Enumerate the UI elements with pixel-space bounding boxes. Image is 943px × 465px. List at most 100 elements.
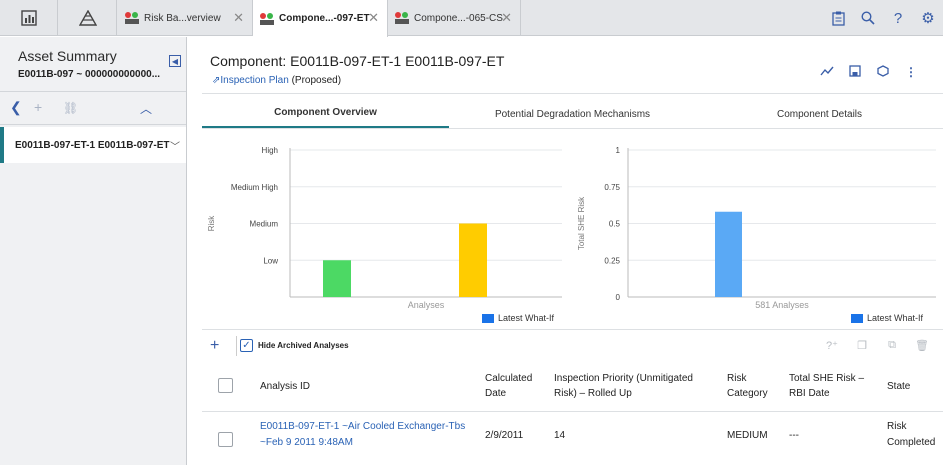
y-tick-label: High [262, 146, 278, 155]
tab-degradation-mechanisms[interactable]: Potential Degradation Mechanisms [449, 99, 696, 129]
top-right-actions: ? ⚙ [823, 0, 943, 36]
risk-chart: Low Medium Medium High High Risk Analyses Lat… [202, 137, 572, 327]
cell-priority: 14 [554, 430, 566, 441]
panel-subtitle: E0011B-097 ~ 000000000000... [18, 69, 161, 80]
more-vertical-icon[interactable]: ⋮ [897, 65, 925, 80]
tab-component-details[interactable]: Component Details [696, 99, 943, 129]
col-label: Inspection Priority (Unmitigated [554, 373, 693, 384]
select-all-checkbox[interactable] [218, 378, 233, 393]
search-icon[interactable] [853, 11, 883, 25]
hide-archived-checkbox[interactable]: ✓ [240, 339, 253, 352]
add-analysis-button[interactable]: + [210, 337, 219, 355]
page-title: Component: E0011B-097-ET-1 E0011B-097-ET [210, 53, 505, 69]
risk-asset-icon [394, 11, 410, 25]
main-content: Component: E0011B-097-ET-1 E0011B-097-ET… [188, 37, 943, 465]
bar [715, 211, 742, 297]
clipboard-icon[interactable] [823, 11, 853, 26]
inspection-plan-link[interactable]: Inspection Plan [220, 75, 288, 86]
tree-item-component[interactable]: E0011B-097-ET-1 E0011B-097-ET ﹀ [0, 127, 186, 163]
asset-summary-panel: Asset Summary E0011B-097 ~ 000000000000.… [0, 37, 187, 465]
risk-chart-svg: Low Medium Medium High High Risk Analyses [207, 146, 562, 310]
cell-text: ~Feb 9 2011 9:48AM [260, 437, 353, 448]
y-tick-label: Low [263, 256, 278, 265]
cube-icon[interactable] [869, 65, 897, 80]
cell-calculated-date: 2/9/2011 [485, 430, 524, 441]
collapse-panel-button[interactable]: ◀ [169, 55, 181, 67]
subtab-bar: Component Overview Potential Degradation… [202, 99, 943, 129]
legend-swatch [851, 313, 863, 323]
legend-label: Latest What-If [498, 313, 555, 323]
col-label: Calculated [485, 373, 533, 384]
pyramid-icon[interactable] [59, 0, 117, 36]
legend-swatch [482, 313, 494, 323]
cell-she-risk: --- [789, 430, 799, 441]
y-tick-label: 0.75 [604, 183, 620, 192]
col-inspection-priority[interactable]: Inspection Priority (Unmitigated Risk) –… [554, 371, 693, 401]
trend-icon[interactable] [813, 65, 841, 80]
inspection-status: (Proposed) [291, 75, 342, 86]
back-arrow-icon[interactable]: ❮ [10, 99, 22, 116]
dashboard-icon[interactable] [0, 0, 58, 36]
help-icon[interactable]: ? [883, 10, 913, 27]
y-tick-label: 0 [616, 293, 621, 302]
y-tick-label: Medium High [231, 183, 278, 192]
col-label: Category [727, 388, 768, 399]
tab-component-065[interactable]: Compone...-065-CS ✕ [388, 0, 521, 36]
cell-text: Risk [887, 421, 907, 432]
delete-icon[interactable]: 🗑 [907, 339, 937, 352]
tab-label: Compone...-097-ET [279, 13, 370, 24]
tree-toolbar: ❮ + ⛓ ︿ [0, 92, 186, 125]
col-label: Date [485, 388, 507, 399]
hide-archived-label: Hide Archived Analyses [258, 341, 349, 350]
col-she-risk[interactable]: Total SHE Risk – RBI Date [789, 371, 864, 401]
bar [323, 260, 351, 297]
duplicate-icon[interactable]: ⧉ [877, 339, 907, 352]
divider [202, 93, 943, 94]
grid-toolbar: + ✓ Hide Archived Analyses ?⁺ ❐ ⧉ 🗑 [202, 333, 943, 361]
close-icon[interactable]: ✕ [368, 10, 379, 26]
tab-risk-overview[interactable]: Risk Ba...verview ✕ [118, 0, 253, 36]
cell-text: E0011B-097-ET-1 ~Air Cooled Exchanger-Tb… [260, 421, 466, 432]
x-axis-label: Analyses [408, 300, 445, 310]
col-label: Risk) – Rolled Up [554, 388, 632, 399]
risk-asset-icon [259, 12, 275, 26]
link-icon[interactable]: ⛓ [63, 101, 78, 115]
y-tick-label: 1 [616, 146, 621, 155]
y-axis-label: Total SHE Risk [577, 196, 586, 250]
grid-actions: ?⁺ ❐ ⧉ 🗑 [817, 339, 937, 352]
col-label: Risk [727, 373, 747, 384]
asset-summary-header: Asset Summary E0011B-097 ~ 000000000000.… [0, 37, 186, 92]
analysis-id-link[interactable]: E0011B-097-ET-1 ~Air Cooled Exchanger-Tb… [260, 419, 465, 451]
copy-icon[interactable]: ❐ [847, 339, 877, 352]
col-analysis-id[interactable]: Analysis ID [260, 379, 310, 394]
tab-component-097[interactable]: Compone...-097-ET ✕ [253, 0, 388, 37]
x-axis-label: 581 Analyses [755, 300, 809, 310]
close-icon[interactable]: ✕ [233, 10, 244, 26]
gear-icon[interactable]: ⚙ [913, 9, 943, 27]
y-axis-label: Risk [207, 215, 216, 232]
she-risk-chart-svg: 0 0.25 0.5 0.75 1 Total SHE Risk 581 Analyses [577, 146, 936, 310]
tab-label: Risk Ba...verview [144, 12, 221, 24]
col-risk-category[interactable]: Risk Category [727, 371, 768, 401]
row-checkbox[interactable] [218, 432, 233, 447]
she-chart-legend: Latest What-If [851, 313, 923, 323]
col-calculated-date[interactable]: Calculated Date [485, 371, 532, 401]
col-state[interactable]: State [887, 379, 910, 394]
close-icon[interactable]: ✕ [501, 10, 512, 26]
what-if-icon[interactable]: ?⁺ [817, 339, 847, 352]
legend-label: Latest What-If [867, 313, 924, 323]
save-icon[interactable] [841, 65, 869, 80]
cell-text: Completed [887, 437, 936, 448]
tab-component-overview[interactable]: Component Overview [202, 99, 449, 129]
tab-label: Compone...-065-CS [414, 12, 503, 24]
col-label: RBI Date [789, 388, 830, 399]
panel-title: Asset Summary [18, 48, 117, 64]
cell-risk-category: MEDIUM [727, 430, 768, 441]
add-icon[interactable]: + [34, 99, 42, 115]
y-tick-label: 0.5 [609, 220, 621, 229]
bar [459, 223, 487, 297]
divider [202, 128, 943, 129]
she-risk-chart: 0 0.25 0.5 0.75 1 Total SHE Risk 581 Analyses … [577, 137, 943, 327]
chevron-down-icon[interactable]: ﹀ [170, 138, 180, 153]
chevron-up-icon[interactable]: ︿ [140, 100, 152, 117]
